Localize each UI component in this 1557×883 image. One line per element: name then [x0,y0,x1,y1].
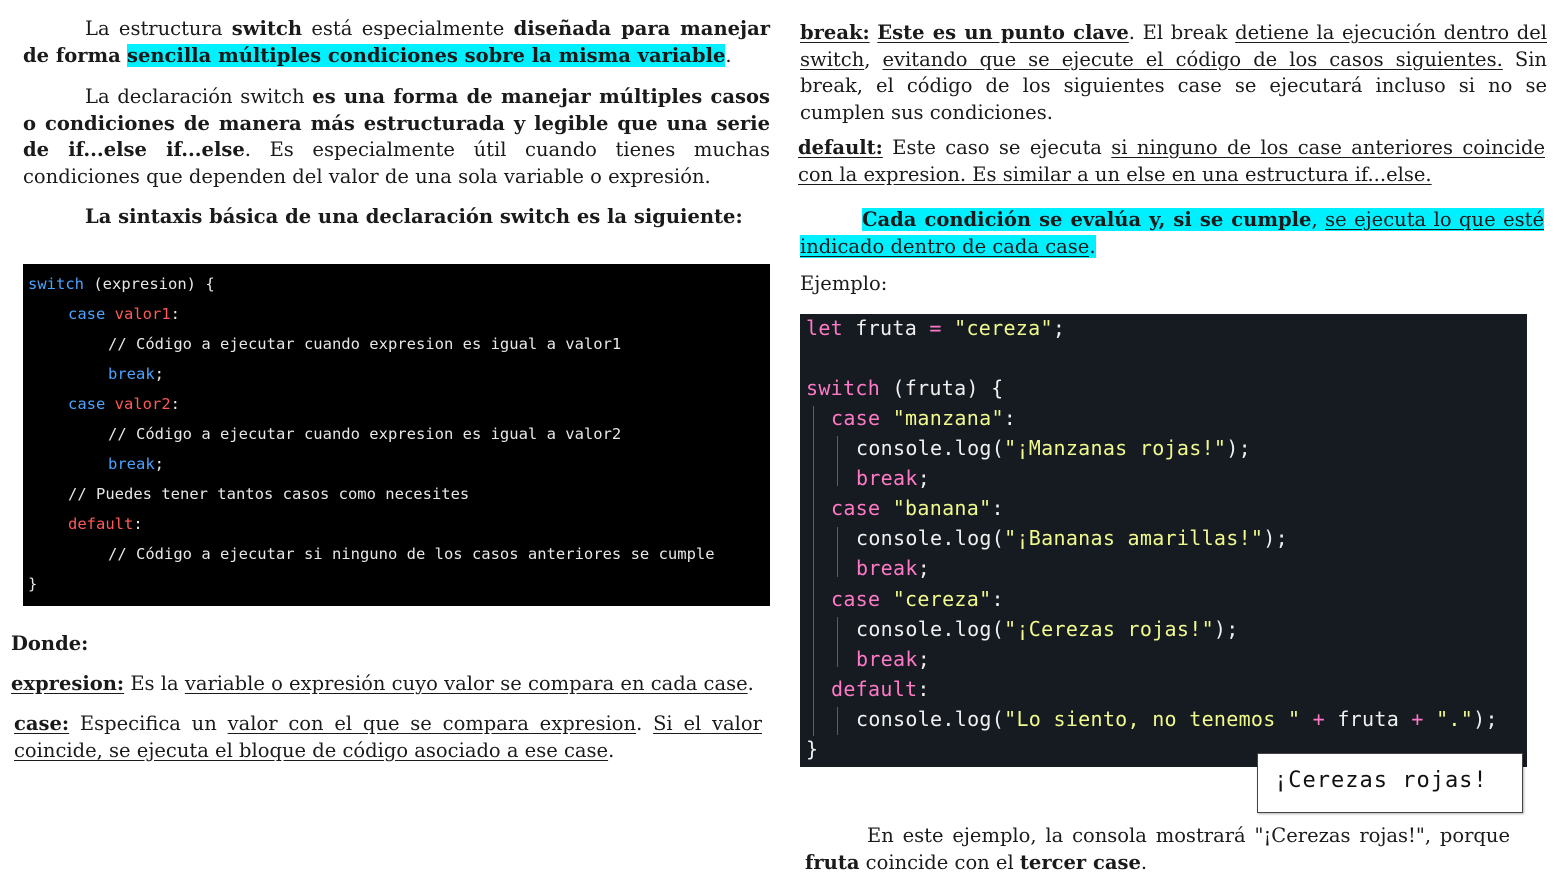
break-definition: break: Este es un punto clave. El break … [800,21,1547,124]
code-line: break; [856,647,931,671]
code-line: break; [108,365,165,383]
code-line: console.log("¡Bananas amarillas!"); [856,526,1288,550]
donde-heading: Donde: [11,632,89,655]
console-output-box: ¡Cerezas rojas! [1257,753,1523,813]
code-line: default: [68,515,143,533]
indent-guide [837,436,838,486]
code-line: switch (expresion) { [28,275,215,293]
code-line: case "manzana": [831,406,1017,430]
console-output-text: ¡Cerezas rojas! [1274,768,1488,793]
code-line: case "banana": [831,496,1004,520]
syntax-heading: La sintaxis básica de una declaración sw… [85,205,743,228]
code-line: case "cereza": [831,587,1004,611]
code-line: } [28,575,38,593]
code-line: break; [856,466,931,490]
code-line: let fruta = "cereza"; [806,316,1066,340]
code-line: break; [856,556,931,580]
code-line: case valor2: [68,395,181,413]
code-line: switch (fruta) { [806,376,1004,400]
indent-guide [813,406,814,736]
code-line: console.log("Lo siento, no tenemos " + f… [856,707,1498,731]
case-definition: case: Especifica un valor con el que se … [14,712,762,762]
evaluation-paragraph: Cada condición se evalúa y, si se cumple… [800,208,1544,258]
code-line: console.log("¡Manzanas rojas!"); [856,436,1251,460]
indent-guide [837,527,838,577]
code-comment: // Puedes tener tantos casos como necesi… [68,485,470,503]
ejemplo-label: Ejemplo: [800,272,888,295]
default-definition: default: Este caso se ejecuta si ninguno… [798,136,1545,186]
code-line: default: [831,677,930,701]
code-comment: // Código a ejecutar cuando expresion es… [108,425,622,443]
syntax-code-block: switch (expresion) { case valor1: // Cód… [23,264,770,606]
code-comment: // Código a ejecutar cuando expresion es… [108,335,622,353]
indent-guide [837,707,838,735]
code-comment: // Código a ejecutar si ninguno de los c… [108,545,715,563]
code-line: console.log("¡Cerezas rojas!"); [856,617,1239,641]
code-line: } [806,737,819,761]
indent-guide [837,617,838,667]
code-line: break; [108,455,165,473]
expresion-definition: expresion: Es la variable o expresión cu… [11,672,754,695]
example-code-block: let fruta = "cereza"; switch (fruta) { c… [800,314,1527,767]
code-line: case valor1: [68,305,181,323]
conclusion-paragraph: En este ejemplo, la consola mostrará "¡C… [805,824,1510,874]
declaration-paragraph: La declaración switch es una forma de ma… [23,85,771,188]
intro-paragraph: La estructura switch está especialmente … [23,17,770,67]
